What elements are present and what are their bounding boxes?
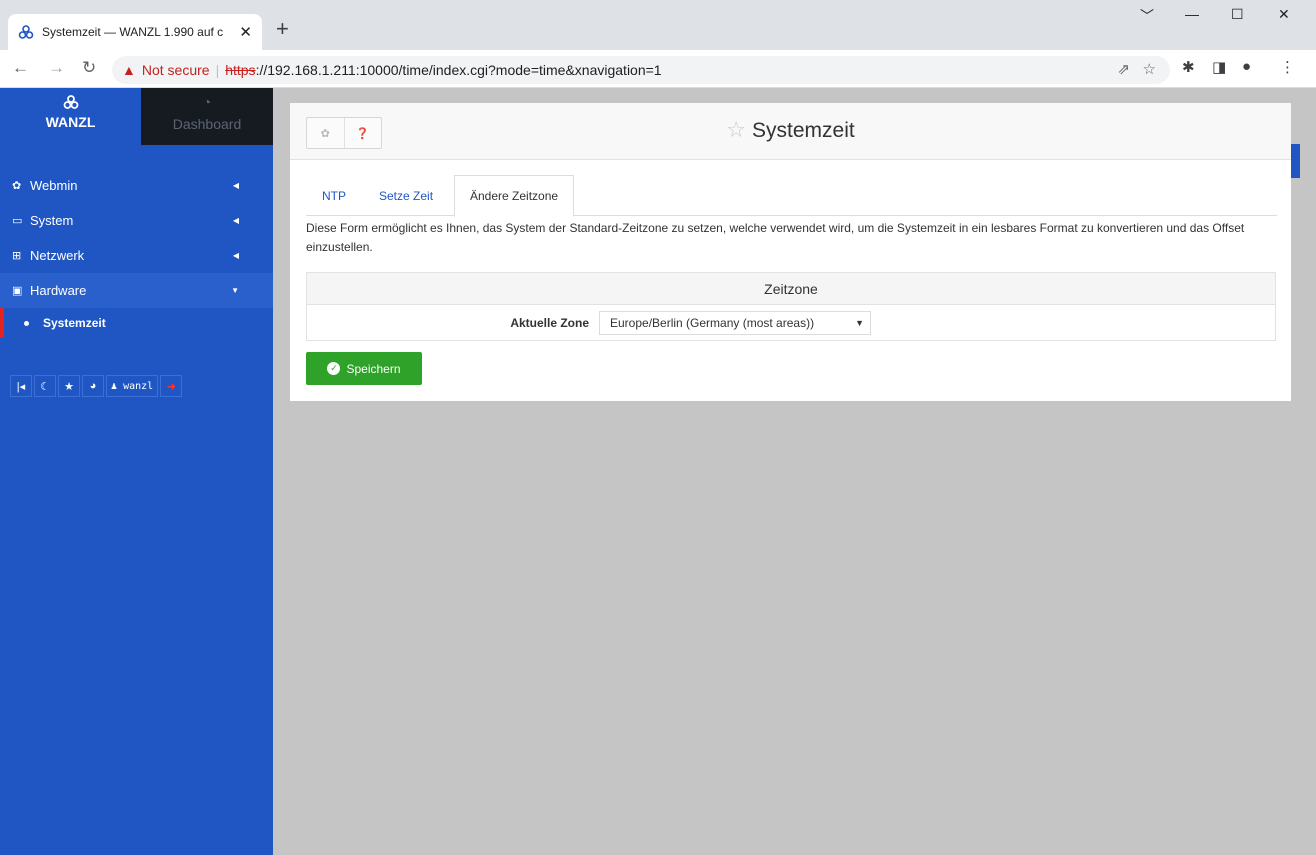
tab-bar: NTP Setze Zeit Ändere Zeitzone (306, 175, 1277, 217)
caret-left-icon: ◀ (232, 216, 239, 225)
panel-header: ☆ Systemzeit ✿ ❓ (290, 103, 1291, 160)
warning-icon[interactable]: ▲ (122, 62, 136, 78)
url-text: ://192.168.1.211:10000/time/index.cgi?mo… (255, 62, 662, 78)
browser-menu-icon[interactable]: ⋮ (1280, 58, 1295, 76)
side-panel-icon[interactable]: ◨ (1212, 58, 1226, 76)
profile-icon[interactable]: ● (1242, 58, 1251, 75)
address-bar[interactable]: ▲ Not secure | https ://192.168.1.211:10… (112, 56, 1170, 84)
main-panel: ☆ Systemzeit ✿ ❓ NTP Setze Zeit Ändere Ze… (290, 103, 1291, 401)
caret-left-icon: ◀ (232, 251, 239, 260)
sidebar-item-hardware[interactable]: ▣ Hardware ▼ (0, 273, 273, 308)
url-scheme: https (225, 62, 256, 78)
dashboard-button[interactable]: ◔ Dashboard (141, 88, 273, 145)
tab-setze-zeit[interactable]: Setze Zeit (379, 175, 433, 216)
module-config-gear-icon[interactable]: ✿ (307, 118, 344, 148)
browser-tabstrip: Systemzeit — WANZL 1.990 auf c ✕ + ﹀ — ☐… (0, 0, 1316, 50)
sidebar-item-label: Webmin (30, 178, 78, 193)
user-cog-icon: ♟ (111, 380, 118, 392)
save-button[interactable]: ✓ Speichern (306, 352, 422, 385)
form-row-zone: Aktuelle Zone Europe/Berlin (Germany (mo… (307, 305, 1275, 340)
dashboard-label: Dashboard (172, 116, 242, 132)
sidebar-item-webmin[interactable]: ✿ Webmin ◀ (0, 168, 273, 203)
dashboard-icon: ◔ (202, 94, 212, 110)
caret-left-icon: ◀ (232, 181, 239, 190)
header-button-group: ✿ ❓ (306, 117, 382, 149)
timezone-select-value: Europe/Berlin (Germany (most areas)) (610, 316, 815, 330)
brand-name: WANZL (45, 114, 96, 130)
check-circle-icon: ✓ (327, 362, 341, 375)
browser-tab[interactable]: Systemzeit — WANZL 1.990 auf c ✕ (8, 14, 262, 50)
minimize-icon[interactable]: — (1185, 6, 1199, 22)
gear-icon: ✿ (12, 180, 22, 192)
favorite-star-icon[interactable]: ☆ (726, 117, 746, 142)
page-title-text: Systemzeit (752, 119, 855, 142)
help-icon[interactable]: ❓ (343, 118, 382, 148)
sitemap-icon: ⊞ (12, 250, 22, 262)
user-button[interactable]: ♟ wanzl (106, 375, 159, 397)
page-title: ☆ Systemzeit (290, 117, 1291, 143)
browser-tab-title: Systemzeit — WANZL 1.990 auf c (42, 25, 224, 39)
favorites-star-icon[interactable]: ★ (58, 375, 80, 397)
collapse-sidebar-icon[interactable]: |◂ (10, 375, 32, 397)
sidebar-subitem-label: Systemzeit (43, 316, 106, 330)
brand[interactable]: WANZL (0, 88, 141, 145)
webmin-favicon-icon (18, 25, 34, 39)
sidebar-item-label: Hardware (30, 283, 87, 298)
sidebar-menu: ✿ Webmin ◀ ▭ System ◀ ⊞ Netzwerk ◀ ▣ Har… (0, 168, 273, 338)
forward-icon[interactable]: → (48, 58, 65, 78)
sidebar-item-label: System (30, 213, 74, 228)
form-section-title: Zeitzone (307, 273, 1275, 305)
close-tab-icon[interactable]: ✕ (239, 23, 252, 41)
tab-aendere-zeitzone[interactable]: Ändere Zeitzone (454, 175, 575, 217)
timezone-select[interactable]: Europe/Berlin (Germany (most areas)) ▼ (599, 311, 871, 335)
dropdown-arrow-icon: ▼ (855, 318, 864, 328)
share-icon[interactable]: ⇗ (1117, 60, 1130, 78)
laptop-icon: ▭ (12, 215, 23, 227)
not-secure-label[interactable]: Not secure (142, 62, 210, 78)
sidebar-item-label: Netzwerk (30, 248, 85, 263)
description-text: Diese Form ermöglicht es Ihnen, das Syst… (306, 221, 1245, 254)
separator: | (215, 62, 220, 78)
back-icon[interactable]: ← (12, 58, 29, 78)
extensions-icon[interactable]: ✱ (1182, 58, 1195, 76)
night-mode-icon[interactable]: ☾ (34, 375, 56, 397)
user-name: wanzl (123, 380, 154, 392)
browser-toolbar: ← → ↻ ▲ Not secure | https ://192.168.1.… (0, 50, 1316, 88)
caret-down-icon: ▼ (231, 286, 239, 295)
sidebar-subitem-systemzeit[interactable]: Systemzeit (0, 308, 273, 338)
sidebar: WANZL ◔ Dashboard ✿ Webmin ◀ ▭ System ◀ … (0, 88, 273, 855)
active-marker (0, 308, 4, 338)
tab-search-icon[interactable]: ﹀ (1140, 6, 1154, 26)
bullet-icon (24, 320, 29, 326)
reload-icon[interactable]: ↻ (82, 58, 96, 78)
quick-actions-bar: |◂ ☾ ★ ◕ ♟ wanzl ➜ (10, 375, 184, 397)
sidebar-item-system[interactable]: ▭ System ◀ (0, 203, 273, 238)
save-button-label: Speichern (346, 361, 401, 376)
sidebar-item-netzwerk[interactable]: ⊞ Netzwerk ◀ (0, 238, 273, 273)
tab-ntp[interactable]: NTP (322, 175, 346, 216)
logout-icon[interactable]: ➜ (160, 375, 183, 397)
new-tab-icon[interactable]: + (276, 18, 289, 40)
maximize-icon[interactable]: ☐ (1231, 6, 1244, 23)
hdd-icon: ▣ (12, 285, 23, 297)
theme-palette-icon[interactable]: ◕ (82, 375, 104, 397)
timezone-form: Zeitzone Aktuelle Zone Europe/Berlin (Ge… (306, 272, 1276, 341)
bookmark-star-icon[interactable]: ☆ (1143, 60, 1156, 78)
brand-logo-icon (63, 95, 78, 109)
zone-label: Aktuelle Zone (510, 316, 589, 330)
close-window-icon[interactable]: ✕ (1278, 6, 1290, 23)
